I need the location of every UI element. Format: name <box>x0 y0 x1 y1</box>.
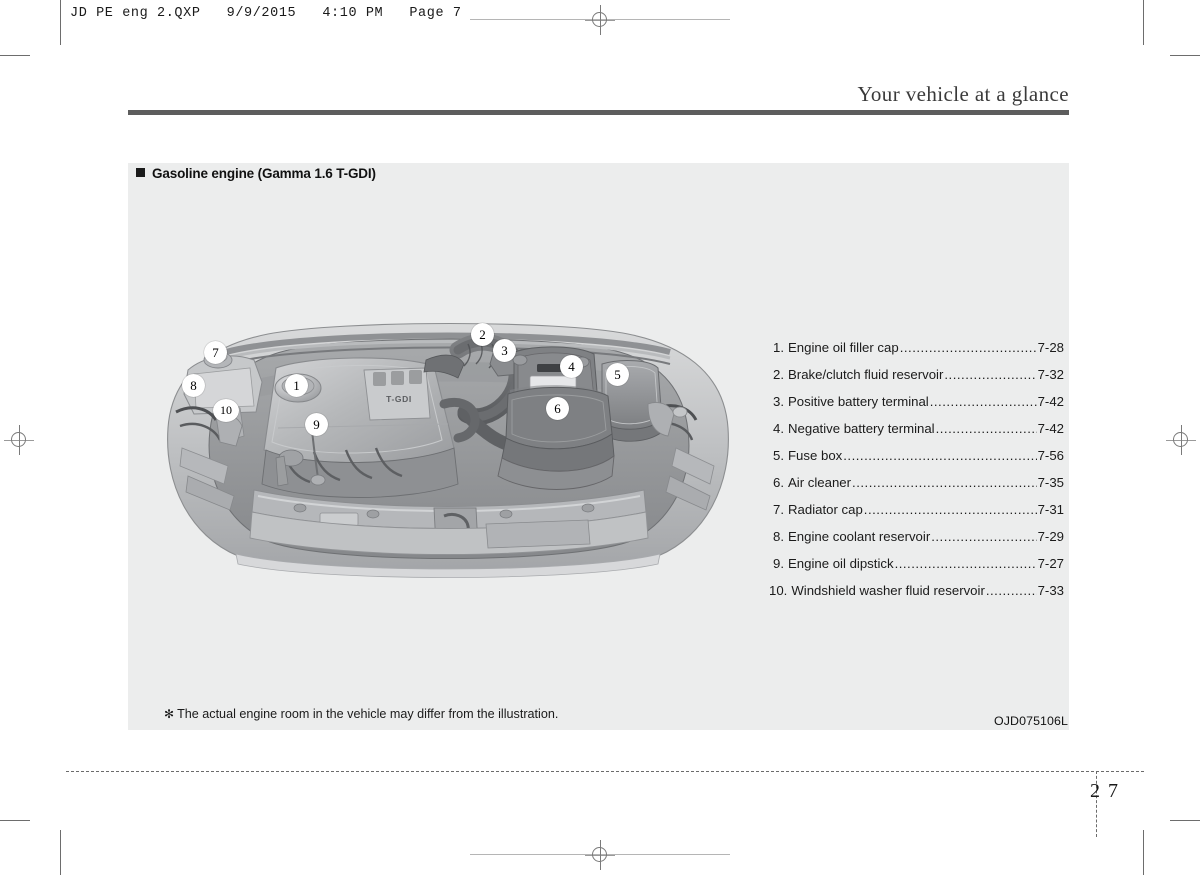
legend-leader: ........................................… <box>931 529 1036 544</box>
legend-number: 9. <box>773 556 784 571</box>
legend-leader: ........................................… <box>843 448 1036 463</box>
legend-page-ref: 7-28 <box>1037 340 1064 355</box>
legend-item-6: 6. Air cleaner .........................… <box>769 469 1064 496</box>
legend-leader: ........................................… <box>899 340 1037 355</box>
legend-label: Positive battery terminal <box>788 394 929 409</box>
legend-leader: ........................................… <box>894 556 1037 571</box>
legend-page-ref: 7-31 <box>1037 502 1064 517</box>
callout-10: 10 <box>213 399 239 422</box>
section-heading-label: Gasoline engine (Gamma 1.6 T-GDI) <box>152 166 376 181</box>
legend-number: 5. <box>773 448 784 463</box>
callout-3: 3 <box>493 339 516 362</box>
callout-4: 4 <box>560 355 583 378</box>
legend-leader: ........................................… <box>935 421 1037 436</box>
callout-2: 2 <box>471 323 494 346</box>
registration-mark-top <box>585 5 615 35</box>
figure-code: OJD075106L <box>994 714 1069 728</box>
legend-label: Air cleaner <box>788 475 852 490</box>
legend-number: 6. <box>773 475 784 490</box>
page-number-value: 7 <box>1108 780 1118 802</box>
legend-label: Brake/clutch fluid reservoir <box>788 367 944 382</box>
legend-item-4: 4. Negative battery terminal ...........… <box>769 415 1064 442</box>
legend-page-ref: 7-42 <box>1037 421 1064 436</box>
legend-item-2: 2. Brake/clutch fluid reservoir ........… <box>769 361 1064 388</box>
crop-mark-right-bottom-horizontal <box>1170 820 1200 821</box>
chapter-number: 2 <box>1090 780 1100 802</box>
legend-page-ref: 7-56 <box>1037 448 1064 463</box>
legend-leader: ........................................… <box>863 502 1037 517</box>
callout-9: 9 <box>305 413 328 436</box>
legend-item-5: 5. Fuse box ............................… <box>769 442 1064 469</box>
registration-mark-bottom <box>585 840 615 870</box>
legend-label: Engine oil dipstick <box>788 556 894 571</box>
page-title: Your vehicle at a glance <box>857 82 1069 106</box>
legend-page-ref: 7-29 <box>1037 529 1064 544</box>
legend-leader: ........................................… <box>944 367 1036 382</box>
content-panel: Gasoline engine (Gamma 1.6 T-GDI) T-GDI … <box>128 163 1069 730</box>
crop-mark-top-left-vertical <box>60 0 61 45</box>
footnote-text: The actual engine room in the vehicle ma… <box>177 707 559 721</box>
crop-mark-bottom-left-vertical <box>60 830 61 875</box>
callout-5: 5 <box>606 363 629 386</box>
registration-mark-right <box>1166 425 1196 455</box>
illustration-footnote: ✻ The actual engine room in the vehicle m… <box>164 707 558 721</box>
section-heading: Gasoline engine (Gamma 1.6 T-GDI) <box>136 166 376 181</box>
legend-label: Engine coolant reservoir <box>788 529 931 544</box>
legend-page-ref: 7-32 <box>1037 367 1064 382</box>
legend-leader: ........................................… <box>929 394 1037 409</box>
legend-page-ref: 7-42 <box>1037 394 1064 409</box>
manual-page: JD PE eng 2.QXP 9/9/2015 4:10 PM Page 7 … <box>0 0 1200 875</box>
legend-page-ref: 7-27 <box>1037 556 1064 571</box>
legend-number: 8. <box>773 529 784 544</box>
legend-leader: ........................................… <box>852 475 1037 490</box>
footer-dashed-rule <box>66 771 1144 772</box>
title-underline-rule <box>128 110 1069 115</box>
legend-page-ref: 7-33 <box>1037 583 1064 598</box>
legend-number: 4. <box>773 421 784 436</box>
legend-number: 1. <box>773 340 784 355</box>
callout-8: 8 <box>182 374 205 397</box>
legend-label: Fuse box <box>788 448 843 463</box>
legend-label: Windshield washer fluid reservoir <box>791 583 985 598</box>
legend-item-8: 8. Engine coolant reservoir ............… <box>769 523 1064 550</box>
legend-leader: ........................................… <box>985 583 1037 598</box>
asterisk-icon: ✻ <box>164 707 175 721</box>
callout-1: 1 <box>285 374 308 397</box>
legend-item-7: 7. Radiator cap ........................… <box>769 496 1064 523</box>
legend-label: Engine oil filler cap <box>788 340 899 355</box>
legend-label: Negative battery terminal <box>788 421 935 436</box>
engine-bay-drawing: T-GDI <box>167 322 729 578</box>
registration-mark-left <box>4 425 34 455</box>
square-bullet-icon <box>136 168 145 177</box>
legend-number: 10. <box>769 583 788 598</box>
print-header: JD PE eng 2.QXP 9/9/2015 4:10 PM Page 7 <box>70 6 462 21</box>
page-number: 2 7 <box>1064 772 1144 816</box>
crop-mark-left-bottom-horizontal <box>0 820 30 821</box>
legend-page-ref: 7-35 <box>1037 475 1064 490</box>
callout-6: 6 <box>546 397 569 420</box>
crop-mark-left-top-horizontal <box>0 55 30 56</box>
legend-item-10: 10. Windshield washer fluid reservoir ..… <box>769 577 1064 604</box>
legend-number: 3. <box>773 394 784 409</box>
engine-bay-illustration: T-GDI 1 2 3 4 5 6 7 8 9 10 <box>158 308 738 578</box>
legend-label: Radiator cap <box>788 502 863 517</box>
crop-mark-right-top-horizontal <box>1170 55 1200 56</box>
crop-mark-top-right-vertical <box>1143 0 1144 45</box>
callout-7: 7 <box>204 341 227 364</box>
crop-mark-bottom-right-vertical <box>1143 830 1144 875</box>
legend-item-1: 1. Engine oil filler cap ...............… <box>769 334 1064 361</box>
legend-number: 7. <box>773 502 784 517</box>
legend-list: 1. Engine oil filler cap ...............… <box>769 334 1064 604</box>
legend-number: 2. <box>773 367 784 382</box>
legend-item-9: 9. Engine oil dipstick .................… <box>769 550 1064 577</box>
legend-item-3: 3. Positive battery terminal ...........… <box>769 388 1064 415</box>
engine-cover-badge: T-GDI <box>386 394 412 404</box>
